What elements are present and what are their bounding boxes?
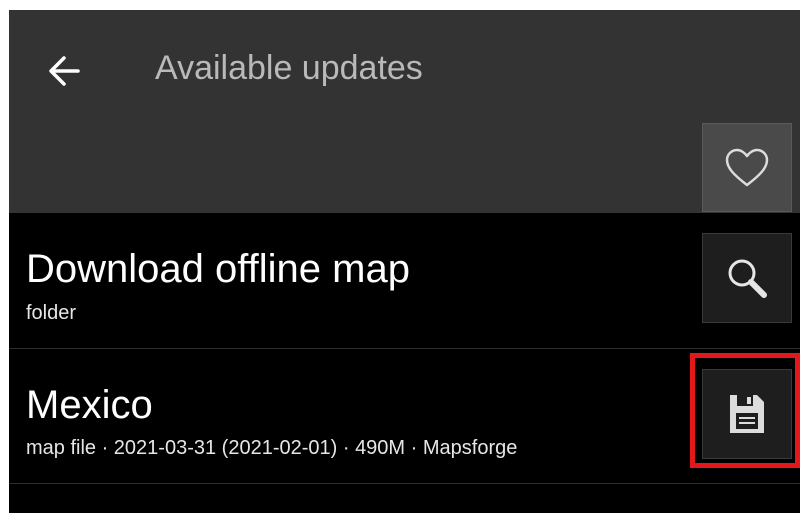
app-bar: Available updates [9, 10, 800, 213]
search-icon [728, 259, 767, 298]
list-item-title: Download offline map [26, 247, 410, 291]
list-item-download-offline-map[interactable]: Download offline map folder [9, 213, 800, 348]
list-item-subtitle: map file · 2021-03-31 (2021-02-01) · 490… [26, 437, 518, 459]
list-item-title: Mexico [26, 383, 153, 427]
heart-outline-icon [725, 148, 769, 186]
screen: Available updates Download offline map f… [9, 10, 800, 513]
divider [9, 483, 800, 484]
favorite-button[interactable] [702, 123, 792, 212]
search-button[interactable] [702, 233, 792, 323]
list-item-subtitle: folder [26, 302, 77, 324]
save-floppy-icon [730, 395, 764, 433]
list-item-mexico[interactable]: Mexico map file · 2021-03-31 (2021-02-01… [9, 349, 800, 483]
save-button[interactable] [702, 369, 792, 459]
arrow-left-icon [49, 56, 80, 86]
back-button[interactable] [35, 42, 93, 100]
page-title: Available updates [155, 49, 423, 87]
